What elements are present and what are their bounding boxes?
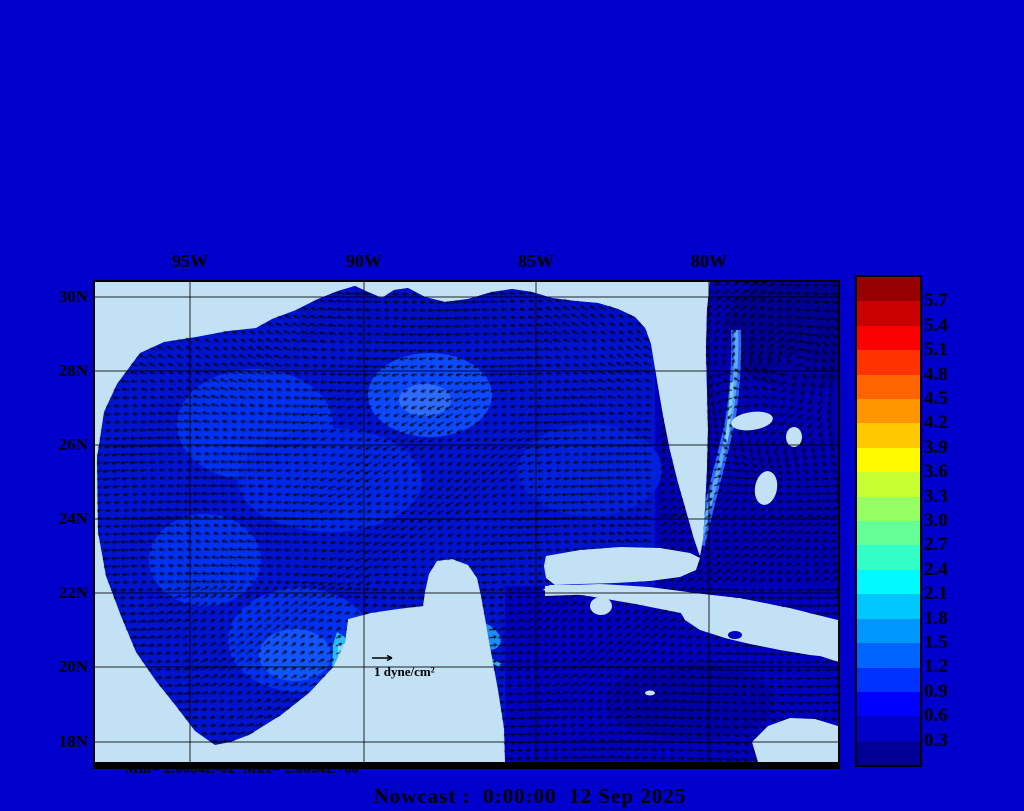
cuba-main xyxy=(678,593,838,658)
colorbar-band xyxy=(857,423,920,448)
lat-label-30n: 30N xyxy=(58,287,88,306)
lon-label-95w: 95W xyxy=(172,251,208,271)
map-top-layer xyxy=(95,282,838,762)
colorbar-band xyxy=(857,618,920,644)
minmax-stats: Min= 2.0064E-02 Max= 2.0064E+00 xyxy=(125,762,360,777)
colorbar-band xyxy=(857,643,920,668)
lat-label-28n: 28N xyxy=(58,361,88,380)
colorbar-band xyxy=(857,740,920,766)
colorbar xyxy=(855,275,922,767)
isle-of-youth xyxy=(590,597,612,615)
colorbar-band xyxy=(857,325,920,351)
colorbar-tick-label: 4.5 xyxy=(924,388,948,409)
colorbar-tick-label: 1.2 xyxy=(924,656,948,678)
colorbar-band xyxy=(857,667,920,692)
colorbar-tick-label: 1.8 xyxy=(924,607,948,629)
colorbar-tick-label: 2.4 xyxy=(924,558,948,580)
colorbar-tick-label: 3.0 xyxy=(924,510,948,531)
colorbar-tick-label: 0.9 xyxy=(924,680,948,702)
map-frame xyxy=(93,280,840,769)
colorbar-band xyxy=(857,496,920,522)
colorbar-band xyxy=(857,472,920,497)
colorbar-band xyxy=(857,521,920,546)
reference-vector-arrow xyxy=(372,654,393,662)
colorbar-tick-label: 4.8 xyxy=(924,363,948,385)
colorbar-tick-label: 3.3 xyxy=(924,485,948,507)
lat-label-24n: 24N xyxy=(58,509,88,528)
lat-label-26n: 26N xyxy=(58,435,88,454)
colorbar-band xyxy=(857,691,920,717)
colorbar-band xyxy=(857,399,920,424)
colorbar-tick-label: 1.5 xyxy=(924,632,948,653)
colorbar-band xyxy=(857,594,920,619)
lon-label-85w: 85W xyxy=(518,251,554,271)
colorbar-tick-label: 3.9 xyxy=(924,436,948,458)
bahamas-bank-1 xyxy=(731,411,773,431)
colorbar-tick-label: 5.7 xyxy=(924,290,948,312)
cayman-island xyxy=(645,690,655,696)
colorbar-band xyxy=(857,374,920,400)
colorbar-tick-label: 4.2 xyxy=(924,412,948,434)
lat-label-18n: 18N xyxy=(58,732,88,751)
lon-label-90w: 90W xyxy=(346,251,382,271)
colorbar-band xyxy=(857,350,920,375)
colorbar-band xyxy=(857,569,920,595)
bahamas-bank-2 xyxy=(786,427,802,447)
colorbar-band xyxy=(857,545,920,570)
graticule xyxy=(95,282,838,762)
plot-background: 95W 90W 85W 80W 30N 28N 26N 24N 22N 20N … xyxy=(0,0,1024,811)
colorbar-tick-label: 0.3 xyxy=(924,729,948,751)
jamaica-hispaniola-mask xyxy=(752,718,838,762)
colorbar-tick-label: 2.1 xyxy=(924,583,948,605)
lat-label-22n: 22N xyxy=(58,583,88,602)
cuba-bay-notch xyxy=(728,631,742,639)
colorbar-band xyxy=(857,301,920,326)
colorbar-band xyxy=(857,716,920,741)
lon-label-80w: 80W xyxy=(691,251,727,271)
colorbar-tick-label: 3.6 xyxy=(924,461,948,483)
lat-label-20n: 20N xyxy=(58,657,88,676)
colorbar-tick-label: 5.4 xyxy=(924,314,948,336)
reference-vector-label: 1 dyne/cm² xyxy=(374,664,435,679)
colorbar-tick-label: 2.7 xyxy=(924,534,948,556)
colorbar-tick-label: 5.1 xyxy=(924,339,948,361)
florida-bay-mask xyxy=(544,547,700,585)
bahamas-bank-3 xyxy=(754,471,778,505)
colorbar-band xyxy=(857,277,920,302)
colorbar-tick-label: 0.6 xyxy=(924,705,948,727)
plot-title: Nowcast : 0:00:00 12 Sep 2025 xyxy=(373,784,687,808)
colorbar-band xyxy=(857,447,920,473)
